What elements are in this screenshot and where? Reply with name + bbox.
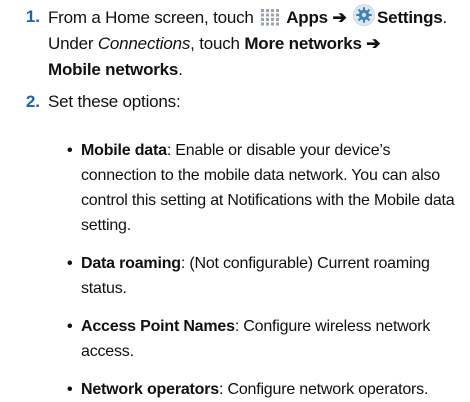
bullet-dot: • [67, 318, 73, 335]
option-term: Network operators [81, 381, 219, 398]
arrow-2: ➔ [366, 34, 381, 53]
step-2-text: Set these options: [48, 92, 181, 111]
settings-label: Settings [377, 8, 443, 27]
list-item: • Access Point Names: Configure wireless… [67, 314, 465, 364]
apps-label: Apps [286, 8, 328, 27]
apps-grid-icon [260, 8, 284, 26]
bullet-dot: • [67, 255, 73, 272]
option-term: Access Point Names [81, 318, 235, 335]
step-1-text: From a Home screen, touch Apps ➔ Setting… [48, 4, 470, 83]
bullet-dot: • [67, 142, 73, 159]
bullet-dot: • [67, 381, 73, 398]
list-item: • Mobile data: Enable or disable your de… [67, 138, 465, 238]
connections-label: Connections [97, 34, 191, 53]
mobile-networks-label: Mobile networks [48, 60, 179, 79]
step-1-prefix: From a Home screen, touch [48, 8, 254, 27]
option-term: Data roaming [81, 255, 181, 272]
under-prefix: Under [48, 34, 94, 53]
under-suffix: , touch [190, 34, 240, 53]
step-1-period: . [442, 8, 448, 27]
option-description: : Configure network operators. [218, 381, 429, 398]
option-term: Mobile data [81, 142, 167, 159]
more-networks-label: More networks [244, 34, 362, 53]
arrow-1: ➔ [332, 8, 347, 27]
document-page: 1. From a Home screen, touch Apps ➔ Sett… [0, 0, 470, 402]
list-item: • Network operators: Configure network o… [67, 377, 465, 402]
list-item: • Data roaming: (Not configurable) Curre… [67, 251, 465, 301]
step-1-number: 1. [25, 7, 40, 26]
step-1-end-period: . [178, 60, 183, 79]
step-2-number: 2. [25, 92, 40, 111]
gear-icon [353, 4, 375, 26]
